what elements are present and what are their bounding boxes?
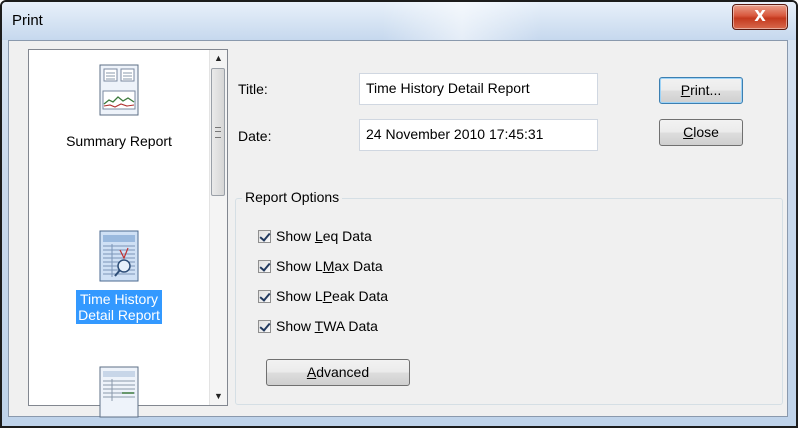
title-label: Title: (238, 81, 268, 97)
list-item-summary-report[interactable]: Summary Report (29, 64, 209, 150)
list-item-time-history-detail-report[interactable]: Time History Detail Report (29, 230, 209, 324)
table-report-icon (98, 366, 140, 418)
report-options-group: Report Options Show Leq Data Show LMax D… (235, 189, 783, 405)
date-field[interactable]: 24 November 2010 17:45:31 (359, 119, 598, 151)
print-button[interactable]: Print... (659, 77, 743, 104)
checkbox-checked-icon[interactable] (258, 320, 271, 333)
report-label: Time History Detail Report (76, 290, 162, 324)
print-dialog-window: Print X Summary Report Time History Deta… (0, 0, 798, 428)
show-leq-checkbox[interactable]: Show Leq Data (258, 228, 372, 246)
report-label: Summary Report (66, 133, 172, 149)
scroll-down-arrow-icon[interactable]: ▼ (210, 388, 227, 405)
date-label: Date: (238, 128, 272, 144)
show-lmax-checkbox[interactable]: Show LMax Data (258, 258, 383, 276)
checkbox-checked-icon[interactable] (258, 230, 271, 243)
checkbox-checked-icon[interactable] (258, 290, 271, 303)
window-title: Print (12, 12, 43, 29)
close-button[interactable]: Close (659, 119, 743, 146)
show-lpeak-checkbox[interactable]: Show LPeak Data (258, 288, 388, 306)
scroll-grip-icon (215, 127, 221, 138)
dialog-client-area: Summary Report Time History Detail Repor… (8, 40, 788, 418)
show-twa-checkbox[interactable]: Show TWA Data (258, 318, 378, 336)
report-options-title: Report Options (242, 189, 343, 205)
advanced-button[interactable]: Advanced (266, 359, 410, 386)
report-type-list[interactable]: Summary Report Time History Detail Repor… (28, 49, 228, 418)
list-scrollbar[interactable]: ▲ ▼ (209, 50, 227, 405)
title-bar-glass-highlight (382, 2, 542, 40)
close-window-button[interactable]: X (732, 4, 788, 30)
scroll-up-arrow-icon[interactable]: ▲ (210, 50, 227, 67)
title-bar[interactable]: Print X (2, 2, 796, 40)
time-history-report-icon (98, 230, 140, 282)
title-field[interactable]: Time History Detail Report (359, 73, 598, 105)
list-item-report-3[interactable] (29, 366, 209, 418)
summary-report-icon (98, 64, 140, 116)
scroll-thumb[interactable] (211, 68, 225, 196)
checkbox-checked-icon[interactable] (258, 260, 271, 273)
